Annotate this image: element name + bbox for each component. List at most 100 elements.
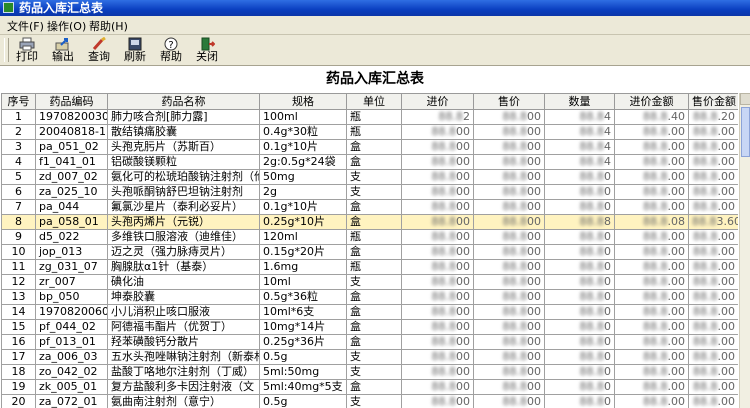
menu-operation[interactable]: 操作(O)	[47, 18, 86, 34]
cell-cost-amount: 88.8.00	[614, 379, 689, 395]
redacted-value: 88.8	[431, 395, 457, 408]
visible-value: 0	[604, 230, 611, 244]
table-row[interactable]: 3 pa_051_02 头孢克肟片（苏斯百） 0.1g*10片盒 88.800 88.80…	[1, 139, 738, 155]
table-row[interactable]: 2 20040818-1 散结镇痛胶囊 0.4g*30粒瓶 88.800 88.800 88…	[1, 124, 738, 140]
table-row[interactable]: 15 pf_044_02 阿德福韦酯片（优贺丁） 10mg*14片盒 88.800 88.…	[1, 319, 738, 335]
export-button[interactable]: 输出	[45, 36, 81, 64]
col-header-unit[interactable]: 单位	[346, 93, 402, 110]
refresh-button[interactable]: 刷新	[117, 36, 153, 64]
col-header-sale-price[interactable]: 售价	[473, 93, 545, 110]
redacted-value: 88.8	[502, 350, 528, 364]
visible-value: .00	[717, 275, 736, 289]
cell-cost-amount: 88.8.00	[614, 349, 689, 365]
visible-value: .00	[717, 185, 736, 199]
cell-cost-price: 88.800	[401, 304, 474, 320]
visible-value: 00	[456, 290, 470, 304]
table-row[interactable]: 10 jop_013 迈之灵（强力脉痔灵片） 0.15g*20片盒 88.800 88.8…	[1, 244, 738, 260]
cell-code: 19708200302	[35, 109, 108, 125]
visible-value: .00	[717, 245, 736, 259]
visible-value: .00	[667, 320, 686, 334]
visible-value: .00	[667, 395, 686, 408]
cell-cost-amount: 88.8.08	[614, 214, 689, 230]
cell-spec: 10ml	[259, 274, 347, 290]
table-row[interactable]: 11 zg_031_07 胸腺肽α1针（基泰） 1.6mg 瓶 88.800 88.800 8…	[1, 259, 738, 275]
table-row[interactable]: 4 f1_041_01 铝碳酸镁颗粒 2g:0.5g*24袋盒 88.800 88.800…	[1, 154, 738, 170]
redacted-value: 88.8	[502, 110, 528, 124]
table-row[interactable]: 18 zo_042_02 盐酸丁咯地尔注射剂（丁威） 5ml:50mg 支 88.800 8…	[1, 364, 738, 380]
col-header-spec[interactable]: 规格	[259, 93, 347, 110]
cell-cost-price: 88.800	[401, 199, 474, 215]
redacted-value: 88.8	[579, 395, 605, 408]
col-header-name[interactable]: 药品名称	[107, 93, 260, 110]
redacted-value: 88.8	[431, 155, 457, 169]
visible-value: .08	[667, 215, 686, 229]
table-row[interactable]: 19 zk_005_01 复方盐酸利多卡因注射液（文 5ml:40mg*5支盒 88.8…	[1, 379, 738, 395]
visible-value: 0	[604, 260, 611, 274]
header-row: 序号 药品编码 药品名称 规格 单位 进价 售价 数量 进价金额 售价金额	[1, 93, 738, 110]
table-row[interactable]: 9 d5_022 多维铁口服溶液（迪维佳） 120ml 瓶 88.800 88.800 88.…	[1, 229, 738, 245]
cell-spec: 5ml:40mg*5支	[259, 379, 347, 395]
visible-value: .00	[667, 365, 686, 379]
cell-quantity: 88.80	[544, 289, 615, 305]
cell-unit: 支	[346, 394, 402, 408]
table-row[interactable]: 1419708200601小儿消积止咳口服液10ml*6支盒88.80088.8…	[1, 304, 738, 320]
cell-cost-amount: 88.8.00	[614, 259, 689, 275]
print-button[interactable]: 打印	[9, 36, 45, 64]
redacted-value: 88.8	[579, 245, 605, 259]
cell-code: zg_031_07	[35, 259, 108, 275]
col-header-sale-amount[interactable]: 售价金额	[688, 93, 738, 110]
cell-unit: 盒	[346, 379, 402, 395]
table-row[interactable]: 7 pa_044 氟氯沙星片（泰利必妥片） 0.1g*10片盒 88.800 88.800…	[1, 199, 738, 215]
menu-file[interactable]: 文件(F)	[7, 18, 44, 34]
vertical-scrollbar[interactable]	[739, 93, 750, 408]
table-row[interactable]: 13 bp_050 坤泰胶囊 0.5g*36粒盒 88.800 88.800 88.80 88…	[1, 289, 738, 305]
table-row[interactable]: 12 zr_007 碘化油 10ml 支 88.800 88.800 88.80 88.8.00…	[1, 274, 738, 290]
cell-sale-price: 88.800	[473, 334, 545, 350]
col-header-seq[interactable]: 序号	[1, 93, 36, 110]
cell-name: 铝碳酸镁颗粒	[107, 154, 260, 170]
visible-value: 00	[527, 335, 541, 349]
redacted-value: 88.8	[579, 155, 605, 169]
menu-help[interactable]: 帮助(H)	[89, 18, 128, 34]
visible-value: 00	[527, 305, 541, 319]
scroll-thumb[interactable]	[741, 107, 750, 157]
col-header-code[interactable]: 药品编码	[35, 93, 108, 110]
table-row[interactable]: 119708200302肺力咳合剂[肺力露]100ml瓶88.8288.8008…	[1, 109, 738, 125]
table-row[interactable]: 6 za_025_10 头孢哌酮钠舒巴坦钠注射剂 2g 支 88.800 88.800 88.…	[1, 184, 738, 200]
redacted-value: 88.8	[431, 185, 457, 199]
cell-unit: 盒	[346, 214, 402, 230]
cell-code: d5_022	[35, 229, 108, 245]
col-header-cost-price[interactable]: 进价	[401, 93, 474, 110]
visible-value: .00	[717, 125, 736, 139]
cell-spec: 0.5g*36粒	[259, 289, 347, 305]
redacted-value: 88.8	[693, 170, 718, 184]
cell-sale-amount: 88.8.00	[688, 139, 738, 155]
table-row[interactable]: 17 za_006_03 五水头孢唑啉钠注射剂（新泰林 0.5g 支 88.800 88.8…	[1, 349, 738, 365]
col-header-cost-amount[interactable]: 进价金额	[614, 93, 689, 110]
redacted-value: 88.8	[643, 365, 668, 379]
scroll-up-arrow-icon[interactable]	[740, 93, 750, 105]
cell-seq: 18	[1, 364, 36, 380]
cell-sale-price: 88.800	[473, 349, 545, 365]
visible-value: .40	[667, 110, 686, 124]
printer-icon	[19, 37, 35, 51]
visible-value: .00	[717, 350, 736, 364]
table-row[interactable]: 5 zd_007_02 氨化可的松琥珀酸钠注射剂（伦 50mg 支 88.800 88.80…	[1, 169, 738, 185]
table-row[interactable]: 20 za_072_01 氨曲南注射剂（意宁） 0.5g 支 88.800 88.800 88…	[1, 394, 738, 408]
data-grid[interactable]: 序号 药品编码 药品名称 规格 单位 进价 售价 数量 进价金额 售价金额 11…	[1, 93, 738, 408]
visible-value: 00	[456, 365, 470, 379]
cell-code: pf_013_01	[35, 334, 108, 350]
col-header-quantity[interactable]: 数量	[544, 93, 615, 110]
cell-sale-amount: 88.8.00	[688, 349, 738, 365]
search-button[interactable]: 查询	[81, 36, 117, 64]
cell-code: 20040818-1	[35, 124, 108, 140]
table-row[interactable]: 16 pf_013_01 羟苯磺酸钙分散片 0.25g*36片盒 88.800 88.80…	[1, 334, 738, 350]
cell-cost-price: 88.800	[401, 274, 474, 290]
close-button[interactable]: 关闭	[189, 36, 225, 64]
help-button[interactable]: ? 帮助	[153, 36, 189, 64]
redacted-value: 88.8	[693, 155, 718, 169]
visible-value: .00	[667, 380, 686, 394]
cell-unit: 盒	[346, 304, 402, 320]
table-row[interactable]: 8 pa_058_01 头孢丙烯片（元锐） 0.25g*10片盒 88.800 88.80…	[1, 214, 738, 230]
redacted-value: 88.8	[502, 260, 528, 274]
